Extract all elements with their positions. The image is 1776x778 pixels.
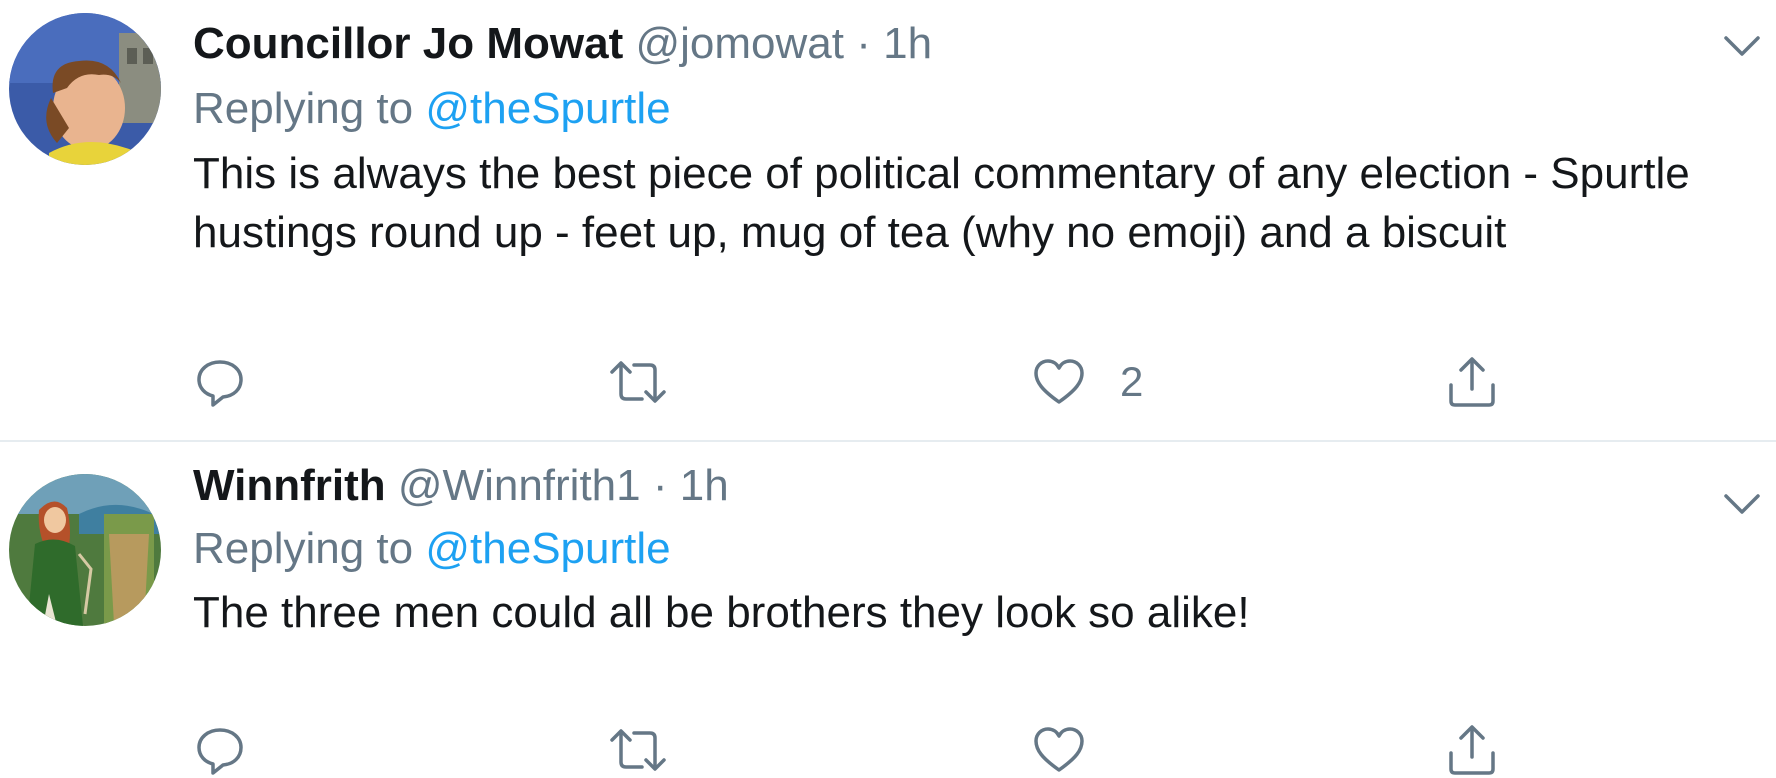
like-button[interactable]: 2 [1032, 354, 1143, 410]
retweet-icon [610, 729, 666, 771]
timestamp[interactable]: 1h [680, 461, 729, 510]
reply-button[interactable] [194, 354, 246, 410]
reply-button[interactable] [194, 722, 246, 778]
replying-to-line: Replying to @theSpurtle [193, 523, 671, 575]
replying-prefix: Replying to [193, 84, 414, 133]
retweet-button[interactable] [608, 722, 668, 778]
share-button[interactable] [1446, 354, 1498, 410]
reply-icon [197, 728, 243, 775]
retweet-button[interactable] [608, 354, 668, 410]
user-handle[interactable]: @Winnfrith1 [398, 461, 641, 510]
tweet[interactable]: Councillor Jo Mowat @jomowat · 1h Replyi… [0, 0, 1776, 440]
avatar-image [9, 13, 161, 165]
replying-prefix: Replying to [193, 524, 414, 573]
chevron-down-icon[interactable] [1722, 490, 1762, 518]
reply-icon [197, 360, 243, 407]
share-icon [1449, 357, 1495, 407]
separator-dot: · [652, 461, 668, 510]
like-icon [1034, 359, 1084, 404]
separator-dot: · [856, 19, 871, 68]
tweet-header: Winnfrith @Winnfrith1 · 1h [193, 460, 729, 512]
avatar-image [9, 474, 161, 626]
like-button[interactable] [1032, 722, 1120, 778]
display-name[interactable]: Winnfrith [193, 461, 386, 510]
mention-link[interactable]: @theSpurtle [425, 524, 670, 573]
tweet-header: Councillor Jo Mowat @jomowat · 1h [193, 18, 932, 70]
like-count: 2 [1120, 358, 1144, 405]
retweet-icon [610, 361, 666, 403]
tweet-text: This is always the best piece of politic… [193, 149, 1690, 257]
share-icon [1449, 725, 1495, 775]
tweet[interactable]: Winnfrith @Winnfrith1 · 1h Replying to @… [0, 442, 1776, 775]
mention-link[interactable]: @theSpurtle [425, 84, 670, 133]
like-icon [1034, 727, 1084, 772]
display-name[interactable]: Councillor Jo Mowat [193, 19, 623, 68]
share-button[interactable] [1446, 722, 1498, 778]
replying-to-line: Replying to @theSpurtle [193, 83, 671, 135]
tweet-text: The three men could all be brothers they… [193, 588, 1250, 637]
chevron-down-icon[interactable] [1722, 32, 1762, 60]
avatar[interactable] [9, 474, 161, 626]
timestamp[interactable]: 1h [883, 19, 932, 68]
avatar[interactable] [9, 13, 161, 165]
user-handle[interactable]: @jomowat [635, 19, 844, 68]
